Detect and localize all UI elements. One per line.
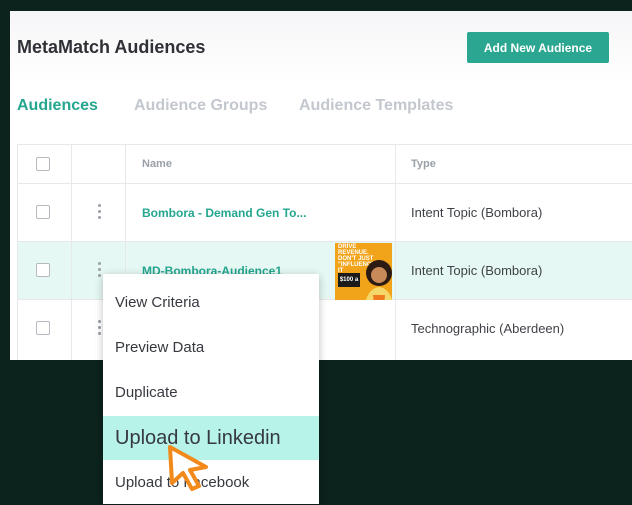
column-header-name[interactable]: Name: [142, 158, 172, 170]
page-title: MetaMatch Audiences: [17, 37, 206, 57]
row-checkbox[interactable]: [36, 321, 50, 335]
table-row[interactable]: Bombora - Demand Gen To... Intent Topic …: [18, 184, 632, 242]
ad-person-image: [365, 260, 392, 300]
mouse-pointer-icon: [168, 445, 208, 491]
menu-item-preview-data[interactable]: Preview Data: [103, 326, 319, 370]
menu-item-upload-to-facebook[interactable]: Upload to Facebook: [103, 461, 319, 505]
audience-name-link[interactable]: Bombora - Demand Gen To...: [142, 206, 306, 220]
row-context-menu: View Criteria Preview Data Duplicate Upl…: [103, 274, 319, 504]
audience-type: Technographic (Aberdeen): [411, 321, 565, 336]
audience-type: Intent Topic (Bombora): [411, 205, 543, 220]
menu-item-upload-to-linkedin[interactable]: Upload to Linkedin: [103, 416, 319, 460]
tab-audience-groups[interactable]: Audience Groups: [134, 97, 267, 115]
audience-type: Intent Topic (Bombora): [411, 263, 543, 278]
row-checkbox[interactable]: [36, 205, 50, 219]
tab-audiences[interactable]: Audiences: [17, 97, 98, 115]
column-divider: [71, 145, 72, 360]
tab-audience-templates[interactable]: Audience Templates: [299, 97, 453, 115]
kebab-vertical-icon[interactable]: [98, 262, 102, 278]
kebab-vertical-icon[interactable]: [98, 204, 102, 220]
page-header: MetaMatch Audiences Add New Audience: [10, 11, 632, 85]
column-header-type[interactable]: Type: [411, 158, 436, 170]
menu-item-duplicate[interactable]: Duplicate: [103, 371, 319, 415]
column-divider: [395, 145, 396, 360]
menu-item-view-criteria[interactable]: View Criteria: [103, 281, 319, 325]
table-header-row: Name Type: [18, 145, 632, 184]
kebab-vertical-icon[interactable]: [98, 320, 102, 336]
ad-badge: $100 a: [338, 273, 360, 287]
row-checkbox[interactable]: [36, 263, 50, 277]
ad-thumbnail[interactable]: DRIVE REVENUE. DON'T JUST "INFLUENCE" IT…: [335, 243, 392, 300]
select-all-checkbox[interactable]: [36, 157, 50, 171]
add-new-audience-button[interactable]: Add New Audience: [467, 32, 609, 63]
